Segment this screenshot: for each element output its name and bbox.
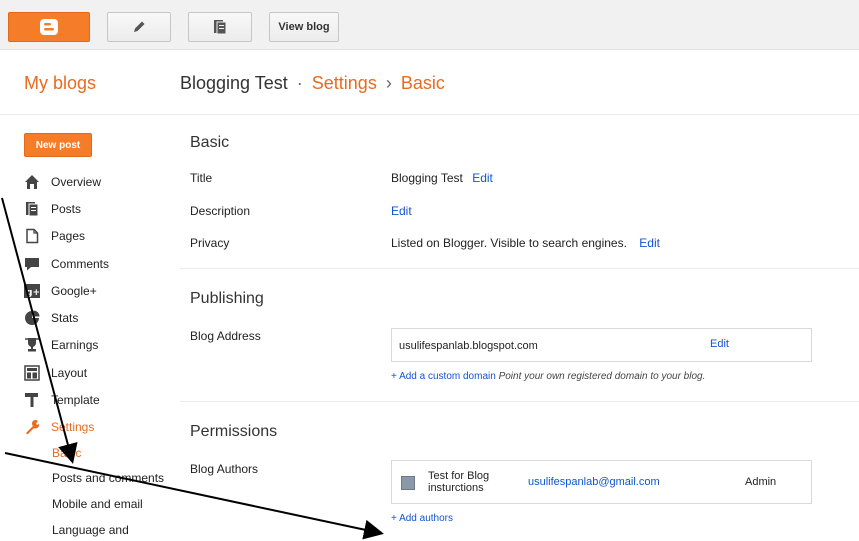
layout-icon bbox=[24, 364, 40, 381]
sidebar-item-posts[interactable]: Posts bbox=[24, 195, 174, 222]
title-label: Title bbox=[190, 171, 213, 185]
google-plus-icon: g+ bbox=[24, 283, 40, 299]
view-blog-button[interactable]: View blog bbox=[269, 12, 339, 42]
sidebar-item-label: Posts bbox=[51, 201, 82, 216]
sidebar-item-label: Pages bbox=[51, 229, 86, 244]
blog-address-label: Blog Address bbox=[190, 329, 261, 343]
title-value-row: Blogging Test Edit bbox=[391, 171, 493, 185]
section-divider bbox=[180, 401, 859, 402]
new-post-button[interactable]: New post bbox=[24, 133, 92, 157]
publishing-section-heading: Publishing bbox=[190, 290, 264, 307]
author-role[interactable]: Admin bbox=[745, 476, 776, 488]
privacy-label: Privacy bbox=[190, 236, 230, 250]
settings-sub-language[interactable]: Language and bbox=[52, 523, 129, 537]
blog-authors-label: Blog Authors bbox=[190, 462, 259, 476]
new-post-toolbar-button[interactable] bbox=[107, 12, 171, 42]
posts-icon bbox=[24, 201, 40, 217]
add-authors-link[interactable]: + Add authors bbox=[391, 513, 453, 524]
pencil-icon bbox=[134, 21, 145, 32]
settings-sub-mobile-and-email[interactable]: Mobile and email bbox=[52, 497, 143, 511]
description-edit-link[interactable]: Edit bbox=[391, 204, 412, 218]
sidebar-item-label: Layout bbox=[51, 365, 88, 380]
custom-domain-hint: Point your own registered domain to your… bbox=[498, 371, 706, 382]
page-icon bbox=[24, 228, 40, 244]
sidebar-item-comments[interactable]: Comments bbox=[24, 250, 174, 277]
breadcrumb-settings-link[interactable]: Settings bbox=[312, 73, 377, 93]
trophy-icon bbox=[24, 337, 40, 353]
breadcrumb-current-page: Basic bbox=[400, 73, 445, 93]
sidebar-item-label: Settings bbox=[51, 420, 95, 435]
my-blogs-link[interactable]: My blogs bbox=[24, 73, 96, 94]
posts-list-toolbar-button[interactable] bbox=[188, 12, 252, 42]
blogger-logo-icon bbox=[40, 19, 58, 35]
header-divider bbox=[0, 114, 859, 115]
top-toolbar: View blog bbox=[0, 0, 859, 50]
home-icon bbox=[24, 174, 40, 190]
author-name: Test for Blog insturctions bbox=[428, 470, 490, 494]
blogger-home-button[interactable] bbox=[8, 12, 90, 42]
title-edit-link[interactable]: Edit bbox=[472, 171, 493, 185]
sidebar-item-label: Overview bbox=[51, 174, 102, 189]
privacy-value-row: Listed on Blogger. Visible to search eng… bbox=[391, 236, 660, 250]
sidebar-item-stats[interactable]: Stats bbox=[24, 304, 174, 331]
title-value: Blogging Test bbox=[391, 171, 463, 185]
add-custom-domain-link[interactable]: + Add a custom domain bbox=[391, 371, 496, 382]
author-email-link[interactable]: usulifespanlab@gmail.com bbox=[528, 476, 660, 488]
breadcrumb-separator: · bbox=[296, 73, 303, 93]
description-label: Description bbox=[190, 204, 251, 218]
section-divider bbox=[180, 268, 859, 269]
sidebar-nav: Overview Posts Pages Comments g+ Google+… bbox=[24, 168, 174, 441]
privacy-edit-link[interactable]: Edit bbox=[639, 236, 660, 250]
sidebar-item-label: Comments bbox=[51, 256, 110, 271]
sidebar-item-google-plus[interactable]: g+ Google+ bbox=[24, 277, 174, 304]
comment-icon bbox=[24, 256, 40, 272]
permissions-section-heading: Permissions bbox=[190, 423, 278, 440]
document-icon bbox=[214, 20, 227, 35]
author-row: Test for Blog insturctions usulifespanla… bbox=[391, 460, 812, 504]
avatar bbox=[401, 476, 415, 490]
paint-roller-icon bbox=[24, 392, 40, 408]
breadcrumb: Blogging Test · Settings › Basic bbox=[180, 73, 445, 94]
settings-sub-posts-and-comments[interactable]: Posts and comments bbox=[52, 471, 164, 485]
sidebar-item-label: Stats bbox=[51, 311, 79, 326]
sidebar-item-overview[interactable]: Overview bbox=[24, 168, 174, 195]
svg-text:g+: g+ bbox=[26, 288, 40, 298]
sidebar-item-pages[interactable]: Pages bbox=[24, 223, 174, 250]
blog-address-edit-link[interactable]: Edit bbox=[710, 338, 729, 350]
sidebar-item-label: Google+ bbox=[51, 283, 97, 298]
blog-address-box: usulifespanlab.blogspot.com Edit bbox=[391, 328, 812, 362]
wrench-icon bbox=[24, 419, 40, 435]
sidebar-item-template[interactable]: Template bbox=[24, 386, 174, 413]
privacy-value: Listed on Blogger. Visible to search eng… bbox=[391, 236, 627, 250]
custom-domain-row: + Add a custom domain Point your own reg… bbox=[391, 371, 705, 382]
sidebar-item-settings[interactable]: Settings bbox=[24, 414, 174, 441]
settings-sub-basic[interactable]: Basic bbox=[52, 446, 81, 460]
blog-address-value: usulifespanlab.blogspot.com bbox=[399, 340, 538, 352]
sidebar-item-layout[interactable]: Layout bbox=[24, 359, 174, 386]
breadcrumb-blog-name: Blogging Test bbox=[180, 73, 288, 93]
sidebar-item-label: Template bbox=[51, 393, 100, 408]
pie-chart-icon bbox=[24, 310, 40, 326]
sidebar-item-label: Earnings bbox=[51, 338, 99, 353]
breadcrumb-separator: › bbox=[385, 73, 392, 93]
basic-section-heading: Basic bbox=[190, 134, 230, 151]
sidebar-item-earnings[interactable]: Earnings bbox=[24, 332, 174, 359]
